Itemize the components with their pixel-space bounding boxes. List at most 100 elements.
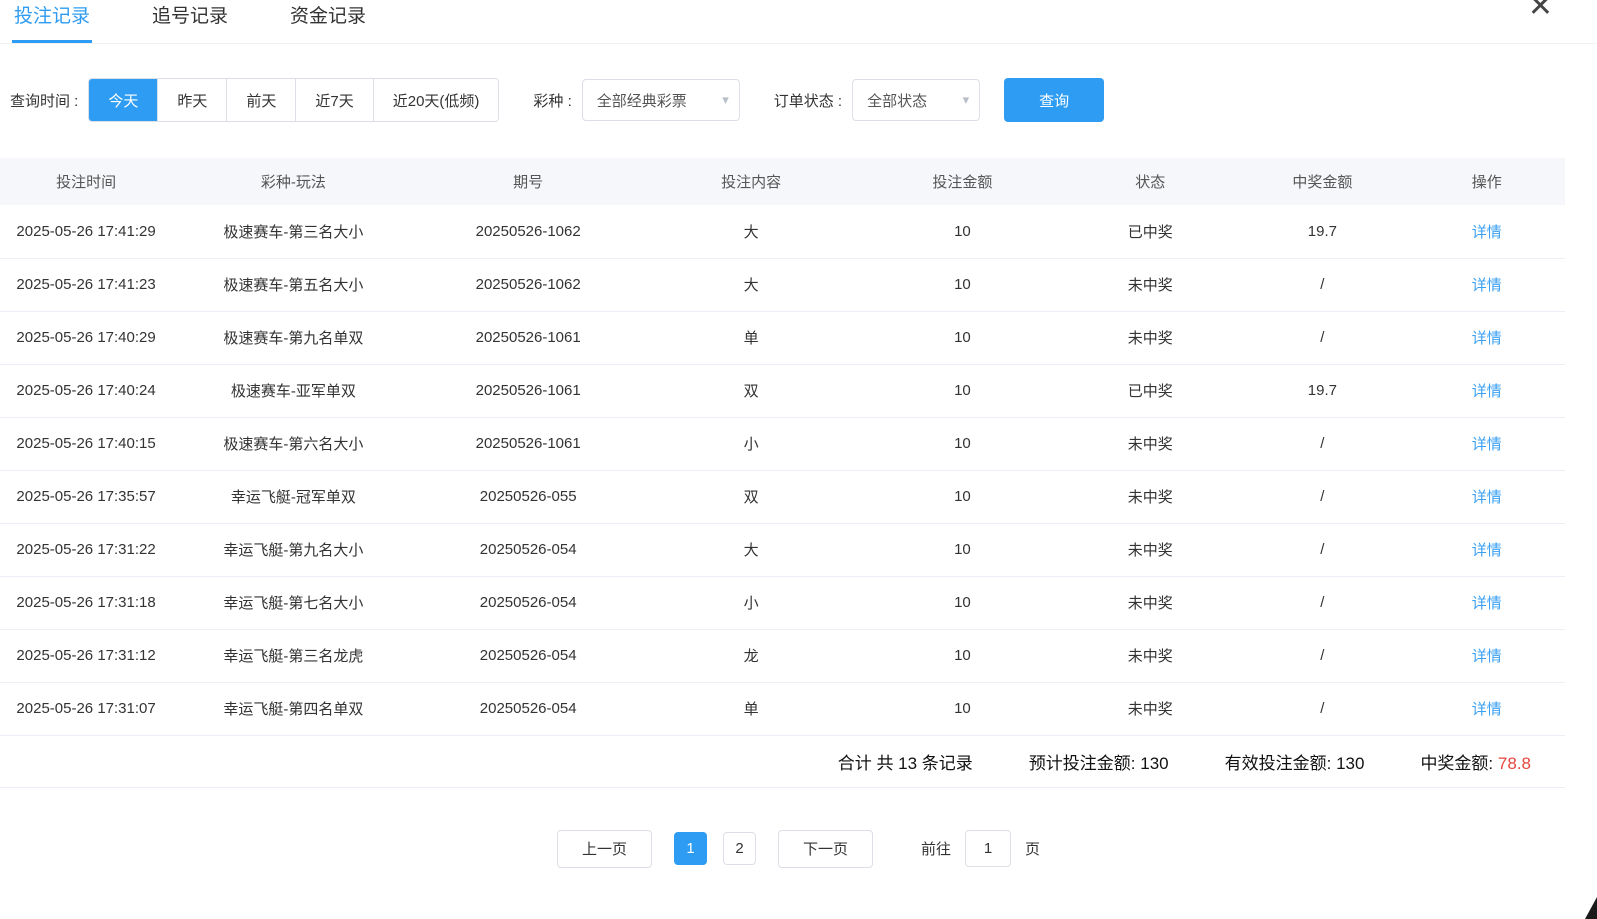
cell-issue: 20250526-1061: [415, 417, 642, 470]
cell-status: 未中奖: [1064, 258, 1236, 311]
cell-action: 详情: [1408, 629, 1565, 682]
order-status-select[interactable]: 全部状态 ▾: [852, 79, 980, 121]
tab-fund-records[interactable]: 资金记录: [288, 0, 368, 43]
detail-link[interactable]: 详情: [1472, 648, 1502, 665]
cell-prize: /: [1236, 470, 1408, 523]
cell-issue: 20250526-054: [415, 576, 642, 629]
cell-bet-time: 2025-05-26 17:31:07: [0, 682, 172, 735]
search-button[interactable]: 查询: [1004, 78, 1104, 122]
tab-chase-records[interactable]: 追号记录: [150, 0, 230, 43]
summary-prize-amount: 中奖金额: 78.8: [1420, 749, 1531, 774]
cell-prize: /: [1236, 523, 1408, 576]
summary-prize-value: 78.8: [1498, 754, 1531, 773]
detail-link[interactable]: 详情: [1472, 542, 1502, 559]
cell-bet-time: 2025-05-26 17:40:15: [0, 417, 172, 470]
cell-status: 未中奖: [1064, 311, 1236, 364]
table-body: 2025-05-26 17:41:29 极速赛车-第三名大小 20250526-…: [0, 205, 1565, 735]
cell-content: 大: [642, 523, 861, 576]
col-header-game: 彩种-玩法: [172, 158, 415, 205]
chevron-down-icon: ▾: [963, 92, 970, 108]
order-status-value: 全部状态: [867, 90, 927, 111]
lottery-select[interactable]: 全部经典彩票 ▾: [582, 79, 740, 121]
detail-link[interactable]: 详情: [1472, 701, 1502, 718]
cell-amount: 10: [861, 682, 1064, 735]
detail-link[interactable]: 详情: [1472, 330, 1502, 347]
page-number-1[interactable]: 1: [674, 832, 707, 865]
cell-status: 未中奖: [1064, 417, 1236, 470]
close-icon[interactable]: ✕: [1528, 0, 1553, 22]
cell-action: 详情: [1408, 470, 1565, 523]
detail-link[interactable]: 详情: [1472, 383, 1502, 400]
cell-bet-time: 2025-05-26 17:41:29: [0, 205, 172, 258]
cell-amount: 10: [861, 576, 1064, 629]
time-option-day-before[interactable]: 前天: [227, 79, 296, 121]
time-filter-label: 查询时间 :: [10, 90, 78, 111]
cell-game: 幸运飞艇-第三名龙虎: [172, 629, 415, 682]
cell-amount: 10: [861, 629, 1064, 682]
cell-issue: 20250526-1061: [415, 311, 642, 364]
pagination: 上一页 1 2 下一页 前往 页: [0, 830, 1597, 868]
cell-content: 双: [642, 364, 861, 417]
cell-prize: /: [1236, 311, 1408, 364]
goto-page: 前往 页: [921, 830, 1040, 867]
cell-prize: /: [1236, 417, 1408, 470]
cell-game: 幸运飞艇-第四名单双: [172, 682, 415, 735]
cell-amount: 10: [861, 523, 1064, 576]
detail-link[interactable]: 详情: [1472, 224, 1502, 241]
col-header-prize: 中奖金额: [1236, 158, 1408, 205]
filter-bar: 查询时间 : 今天 昨天 前天 近7天 近20天(低频) 彩种 : 全部经典彩票…: [0, 78, 1597, 122]
time-option-last20days[interactable]: 近20天(低频): [374, 79, 499, 121]
cell-prize: /: [1236, 682, 1408, 735]
table-row: 2025-05-26 17:31:07 幸运飞艇-第四名单双 20250526-…: [0, 682, 1565, 735]
cell-amount: 10: [861, 364, 1064, 417]
prev-page-button[interactable]: 上一页: [557, 830, 652, 868]
page-number-2[interactable]: 2: [723, 832, 756, 865]
detail-link[interactable]: 详情: [1472, 595, 1502, 612]
time-option-yesterday[interactable]: 昨天: [158, 79, 227, 121]
cell-prize: 19.7: [1236, 364, 1408, 417]
cell-issue: 20250526-054: [415, 523, 642, 576]
time-option-today[interactable]: 今天: [89, 79, 158, 121]
cell-status: 未中奖: [1064, 470, 1236, 523]
cell-game: 极速赛车-第三名大小: [172, 205, 415, 258]
time-filter-group: 今天 昨天 前天 近7天 近20天(低频): [88, 78, 499, 122]
table-row: 2025-05-26 17:35:57 幸运飞艇-冠军单双 20250526-0…: [0, 470, 1565, 523]
cell-content: 单: [642, 682, 861, 735]
cell-content: 双: [642, 470, 861, 523]
cell-bet-time: 2025-05-26 17:40:24: [0, 364, 172, 417]
cell-issue: 20250526-1062: [415, 258, 642, 311]
cell-bet-time: 2025-05-26 17:40:29: [0, 311, 172, 364]
records-table: 投注时间 彩种-玩法 期号 投注内容 投注金额 状态 中奖金额 操作 2025-…: [0, 158, 1565, 736]
cell-prize: /: [1236, 629, 1408, 682]
page-corner-artifact: [1585, 897, 1597, 919]
tab-bar: 投注记录 追号记录 资金记录 ✕: [0, 0, 1597, 44]
cell-bet-time: 2025-05-26 17:31:22: [0, 523, 172, 576]
table-row: 2025-05-26 17:41:29 极速赛车-第三名大小 20250526-…: [0, 205, 1565, 258]
cell-content: 大: [642, 205, 861, 258]
detail-link[interactable]: 详情: [1472, 489, 1502, 506]
cell-game: 极速赛车-亚军单双: [172, 364, 415, 417]
col-header-bet-time: 投注时间: [0, 158, 172, 205]
detail-link[interactable]: 详情: [1472, 277, 1502, 294]
summary-bar: 合计 共 13 条记录 预计投注金额: 130 有效投注金额: 130 中奖金额…: [0, 736, 1565, 788]
tab-betting-records[interactable]: 投注记录: [12, 0, 92, 43]
cell-issue: 20250526-1061: [415, 364, 642, 417]
cell-issue: 20250526-055: [415, 470, 642, 523]
table-row: 2025-05-26 17:31:18 幸运飞艇-第七名大小 20250526-…: [0, 576, 1565, 629]
cell-action: 详情: [1408, 258, 1565, 311]
detail-link[interactable]: 详情: [1472, 436, 1502, 453]
goto-page-input[interactable]: [965, 830, 1011, 867]
cell-action: 详情: [1408, 364, 1565, 417]
cell-status: 已中奖: [1064, 364, 1236, 417]
cell-game: 极速赛车-第九名单双: [172, 311, 415, 364]
cell-amount: 10: [861, 417, 1064, 470]
cell-status: 未中奖: [1064, 523, 1236, 576]
time-option-last7days[interactable]: 近7天: [296, 79, 373, 121]
lottery-filter-label: 彩种 :: [533, 90, 571, 111]
cell-game: 幸运飞艇-第七名大小: [172, 576, 415, 629]
next-page-button[interactable]: 下一页: [778, 830, 873, 868]
cell-content: 单: [642, 311, 861, 364]
table-row: 2025-05-26 17:40:15 极速赛车-第六名大小 20250526-…: [0, 417, 1565, 470]
summary-valid-amount: 有效投注金额: 130: [1225, 749, 1365, 774]
cell-prize: 19.7: [1236, 205, 1408, 258]
